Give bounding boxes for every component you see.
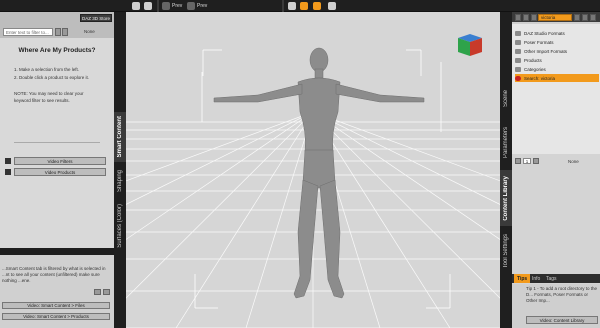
right-tab-strip: Scene Parameters Content Library Tool Se…: [500, 12, 512, 328]
folder-icon: [515, 48, 521, 54]
main-toolbar: Prev Prev: [0, 0, 600, 12]
results-status: None: [568, 159, 579, 164]
tab-surfaces[interactable]: Surfaces (Color): [114, 200, 126, 252]
tree-item-categories[interactable]: Categories: [515, 65, 599, 73]
render-icon[interactable]: [300, 1, 310, 11]
tree-item-label: Categories: [524, 66, 546, 72]
folder-icon: [515, 39, 521, 45]
forward-icon[interactable]: [523, 14, 529, 21]
left-panel: DAZ 3D Store Enter text to filter to... …: [0, 12, 126, 328]
tab-label: Surfaces (Color): [117, 204, 123, 248]
filter-options-icon[interactable]: [55, 28, 61, 36]
prev-button[interactable]: Prev: [162, 1, 182, 11]
tree-item-label: Other Import Formats: [524, 48, 568, 54]
view-cube-icon[interactable]: [458, 34, 482, 56]
3d-viewport[interactable]: [126, 12, 500, 328]
clear-filter-icon[interactable]: [62, 28, 68, 36]
tab-parameters[interactable]: Parameters: [500, 118, 512, 168]
tree-item-label: Products: [524, 57, 542, 63]
tab-label: Parameters: [503, 127, 509, 159]
prev-page-icon[interactable]: [515, 158, 521, 164]
info-header-bar: [0, 248, 114, 255]
divider: [14, 142, 100, 143]
tree-item-poser-formats[interactable]: Poser Formats: [515, 38, 599, 46]
pose-tool-icon[interactable]: [132, 1, 142, 11]
tab-tool-settings[interactable]: Tool Settings: [500, 228, 512, 274]
back-icon[interactable]: [515, 14, 521, 21]
tab-info[interactable]: Info: [529, 274, 543, 283]
menu-icon[interactable]: [531, 14, 537, 21]
next-label: Prev: [197, 3, 208, 9]
search-options-icon[interactable]: [574, 14, 580, 21]
prev-page-icon[interactable]: [94, 289, 101, 295]
prev-label: Prev: [172, 3, 183, 9]
next-page-icon[interactable]: [103, 289, 110, 295]
next-page-icon[interactable]: [533, 158, 539, 164]
info-text: ...Smart Content tab is filtered by what…: [2, 266, 106, 283]
figure-view-icon[interactable]: [313, 1, 323, 11]
tree-item-label: Poser Formats: [524, 39, 554, 45]
content-results-area: [512, 154, 600, 284]
video-smart-products-button[interactable]: Video: Smart Content > Products: [2, 313, 110, 320]
daz-store-button[interactable]: DAZ 3D Store: [80, 14, 112, 22]
search-input[interactable]: victoria: [538, 14, 572, 21]
tab-label: Shaping: [117, 169, 123, 193]
tab-scene[interactable]: Scene: [500, 82, 512, 116]
search-result-icon: [515, 75, 521, 81]
page-number[interactable]: 1: [523, 158, 531, 164]
tab-label: Tool Settings: [503, 233, 509, 269]
folder-icon: [515, 66, 521, 72]
filter-status: None: [84, 29, 95, 34]
next-button[interactable]: Prev: [187, 1, 207, 11]
render-settings-icon[interactable]: [288, 1, 298, 11]
figure-tool-icon[interactable]: [144, 1, 154, 11]
instruction-steps: 1. Make a selection from the left. 2. Do…: [14, 66, 89, 82]
tree-item-other-import-formats[interactable]: Other Import Formats: [515, 47, 599, 55]
tab-smart-content[interactable]: Smart Content: [114, 112, 126, 162]
tab-tags[interactable]: Tags: [543, 274, 560, 283]
filter-input[interactable]: Enter text to filter to...: [3, 28, 53, 36]
step-1: 1. Make a selection from the left.: [14, 67, 80, 72]
step-2: 2. Double click a product to explore it.: [14, 75, 90, 80]
folder-icon: [515, 57, 521, 63]
tab-label: Scene: [503, 90, 509, 108]
left-tab-strip: Smart Content Shaping Surfaces (Color): [114, 12, 126, 328]
clear-search-icon[interactable]: [582, 14, 588, 21]
page-title: Where Are My Products?: [18, 47, 96, 54]
video-icon: [5, 158, 11, 164]
genesis-figure[interactable]: [213, 47, 425, 299]
viewport-grid: [126, 34, 500, 328]
panel-options-icon[interactable]: [590, 14, 596, 21]
pagination: 1: [515, 158, 539, 164]
keyword-note: NOTE: You may need to clear your keyword…: [14, 91, 84, 103]
tab-label: Content Library: [503, 175, 509, 221]
video-filters-button[interactable]: Video Filters: [14, 157, 106, 165]
tree-item-daz-studio-formats[interactable]: DAZ Studio Formats: [515, 29, 599, 37]
tree-item-search-result[interactable]: Search: victoria: [515, 74, 599, 82]
tab-content-library[interactable]: Content Library: [500, 170, 512, 226]
tab-label: Smart Content: [117, 116, 123, 158]
video-files-button[interactable]: Video: Smart Content > Files: [2, 302, 110, 309]
video-products-button[interactable]: Video Products: [14, 168, 106, 176]
video-icon: [5, 169, 11, 175]
tab-shaping[interactable]: Shaping: [114, 164, 126, 198]
tree-item-products[interactable]: Products: [515, 56, 599, 64]
tip-text: Tip 1 - To add a root directory to the D…: [526, 286, 598, 303]
video-content-library-button[interactable]: Video: Content Library: [526, 316, 598, 324]
tree-item-label: DAZ Studio Formats: [524, 30, 565, 36]
tree-item-label: Search: victoria: [524, 75, 556, 81]
camera-icon[interactable]: [328, 1, 338, 11]
content-library-panel: victoria DAZ Studio Formats Poser Format…: [512, 12, 600, 328]
folder-icon: [515, 30, 521, 36]
tab-tips[interactable]: Tips: [514, 274, 531, 283]
